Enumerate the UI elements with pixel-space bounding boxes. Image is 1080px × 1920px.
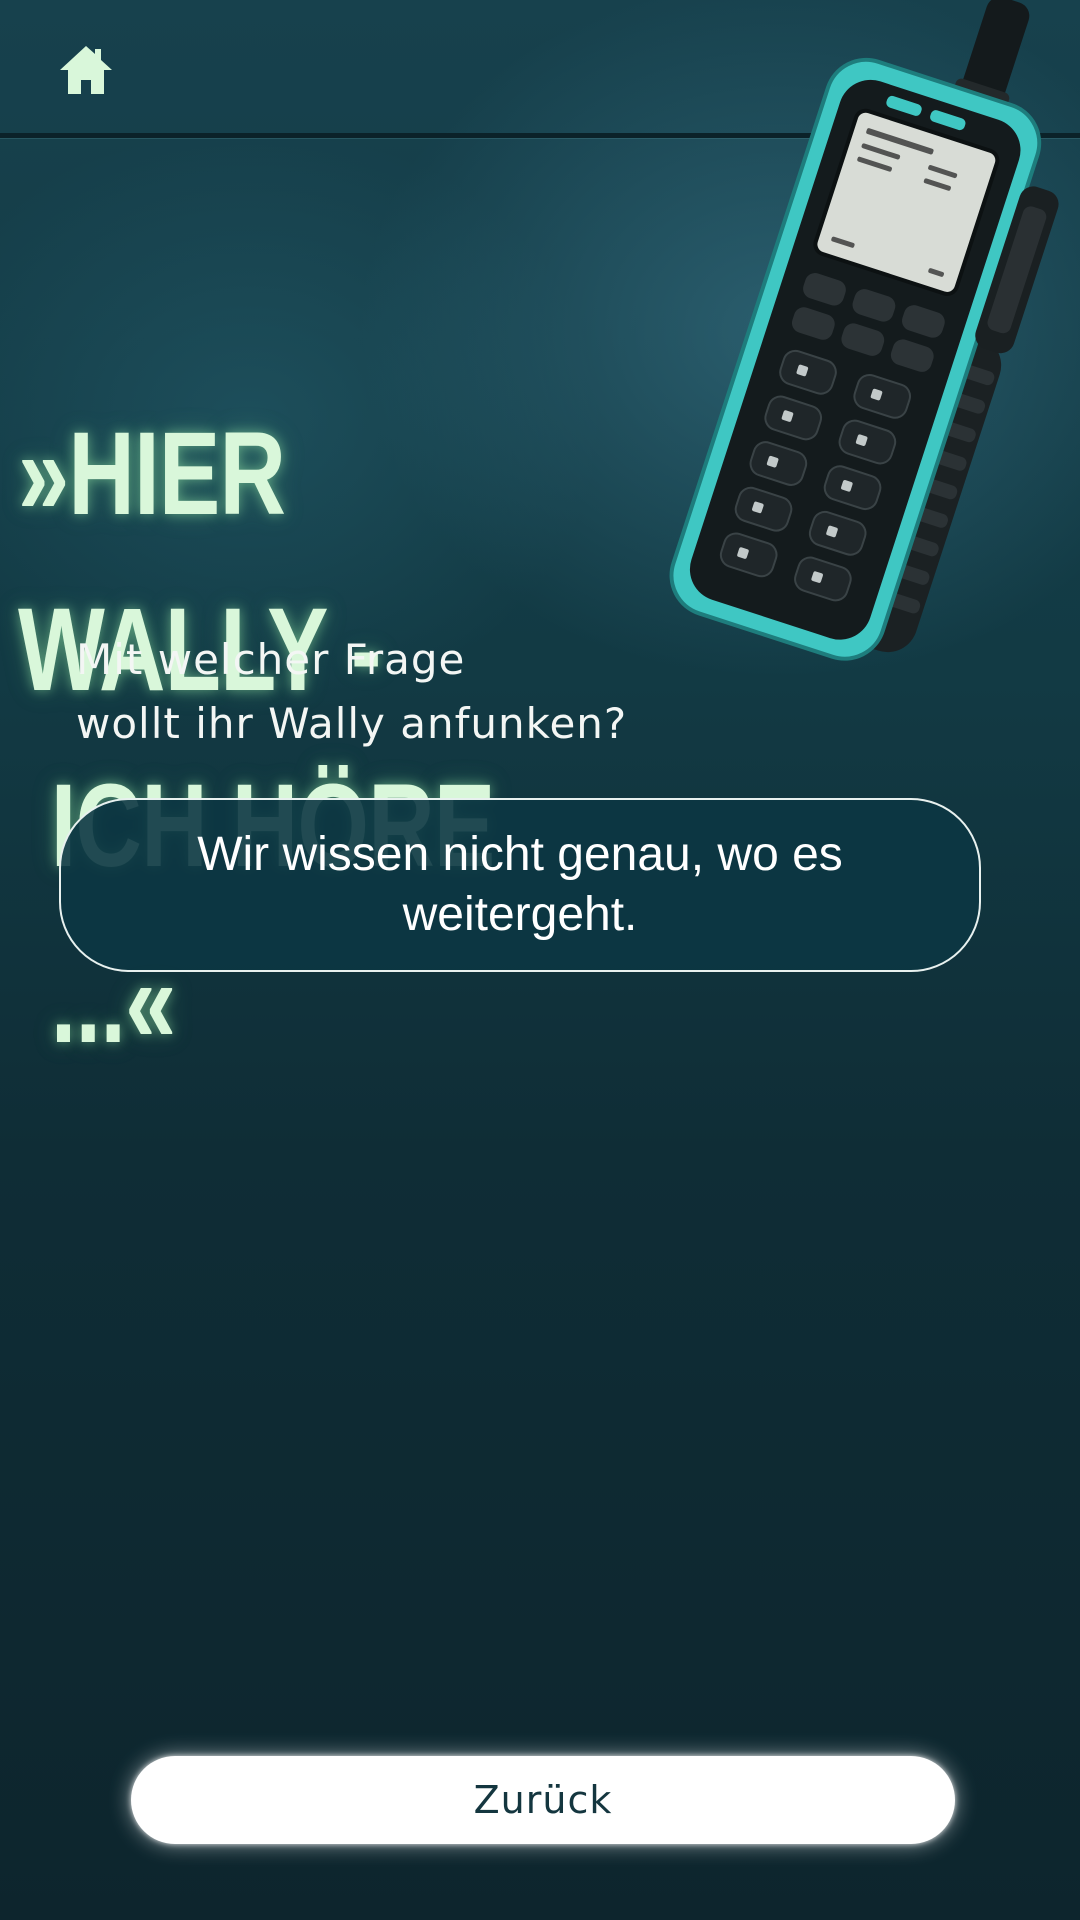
walkie-talkie-illustration: [669, 0, 1059, 661]
question-line-2: wollt ihr Wally anfunken?: [76, 699, 628, 748]
answer-option-button[interactable]: Wir wissen nicht genau, wo es weitergeht…: [59, 798, 981, 972]
home-icon: [60, 46, 112, 94]
back-button[interactable]: Zurück: [131, 1756, 955, 1844]
question-line-1: Mit welcher Frage: [76, 635, 466, 684]
answer-option-label: Wir wissen nicht genau, wo es weitergeht…: [197, 828, 843, 941]
home-button[interactable]: [56, 40, 116, 100]
question-text: Mit welcher Frage wollt ihr Wally anfunk…: [76, 628, 776, 756]
